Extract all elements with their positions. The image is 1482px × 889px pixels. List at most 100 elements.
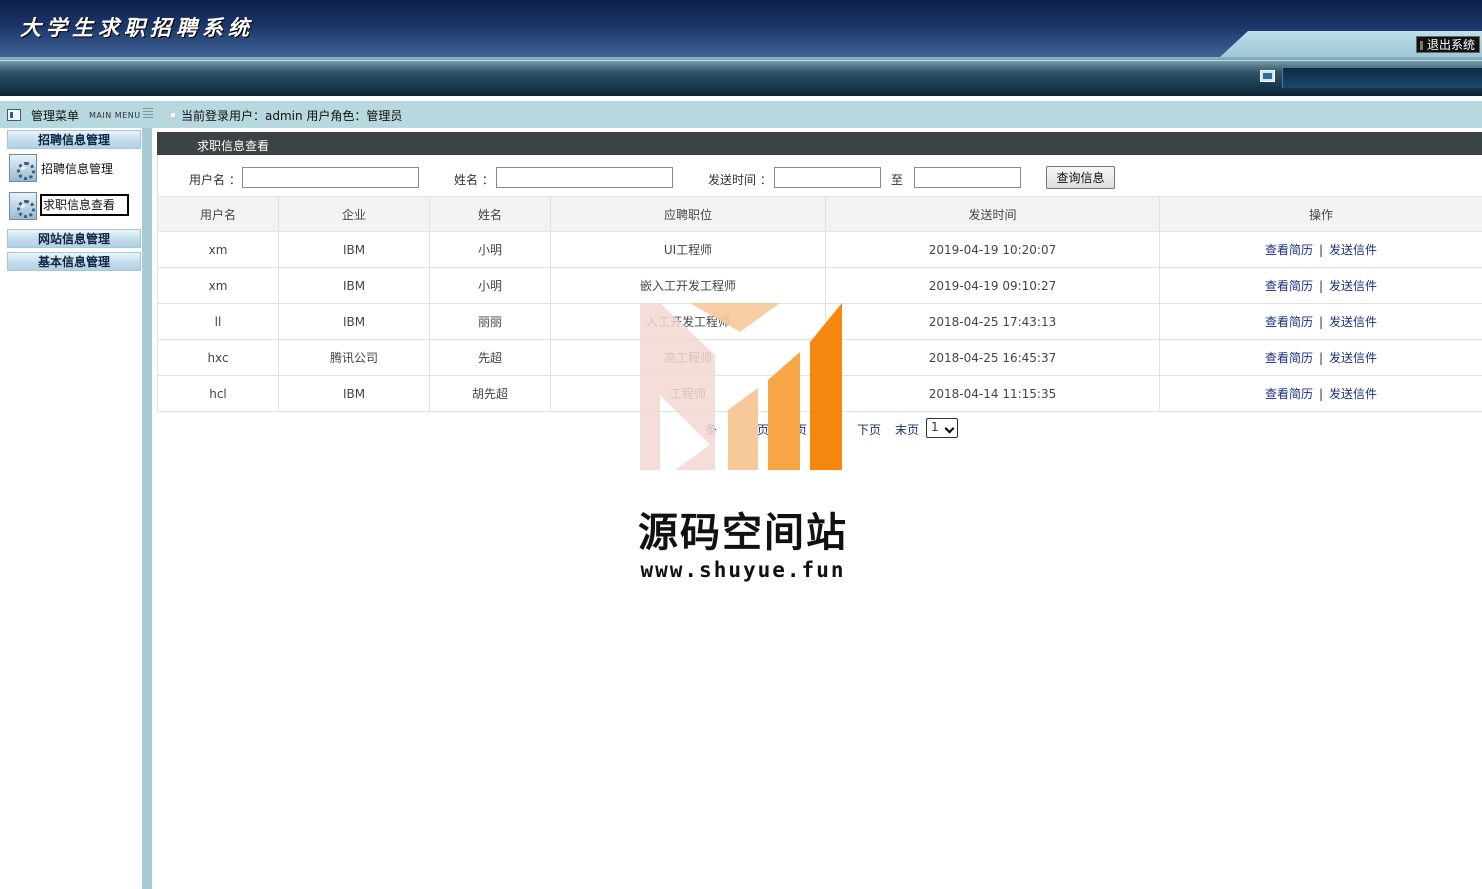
query-button[interactable]: 查询信息 [1046, 166, 1115, 189]
column-header: 应聘职位 [550, 196, 826, 232]
action-separator: | [1318, 315, 1324, 329]
sidebar-group-basic[interactable]: 基本信息管理 [7, 252, 141, 271]
cell-username: xm [157, 267, 279, 304]
nav-band [0, 57, 1482, 96]
cell-position: 工程师 [550, 375, 826, 412]
cell-name: 小明 [429, 231, 551, 268]
results-table: 用户名 企业 姓名 应聘职位 发送时间 操作 xm IBM 小明 UI工程师 2… [157, 196, 1482, 412]
cell-username: ll [157, 303, 279, 340]
gear-icon [9, 192, 37, 220]
menu-icon [7, 109, 21, 121]
menu-subtitle: MAIN MENU [89, 111, 141, 120]
cell-name: 丽丽 [429, 303, 551, 340]
gear-icon [9, 154, 37, 182]
pager-page-info: 页 [757, 423, 770, 437]
column-header: 操作 [1159, 196, 1482, 232]
page-title: 求职信息查看 [197, 139, 270, 153]
menu-title: 管理菜单 [31, 109, 80, 123]
table-row: ll IBM 丽丽 入工开发工程师 2018-04-25 17:43:13 查看… [157, 303, 1482, 340]
pagination: 条 页 页 下页 末页 1 [157, 418, 1157, 440]
sidebar: 招聘信息管理 招聘信息管理 求职信息查看 网站信息管理 基本信息管理 [0, 128, 142, 889]
username-input[interactable] [242, 167, 419, 188]
cell-username: hxc [157, 339, 279, 376]
main-content: 求职信息查看 用户名 ： 姓名 ： 发送时间 ： 至 查询信息 用户名 企业 姓… [157, 128, 1482, 889]
send-letter-link[interactable]: 发送信件 [1329, 243, 1377, 257]
sidebar-item-label: 招聘信息管理 [41, 162, 114, 176]
action-separator: | [1318, 279, 1324, 293]
cell-username: hcl [157, 375, 279, 412]
name-input[interactable] [496, 167, 673, 188]
username-label: 用户名 ： [189, 173, 241, 187]
action-separator: | [1318, 387, 1324, 401]
cell-name: 小明 [429, 267, 551, 304]
search-bar: 用户名 ： 姓名 ： 发送时间 ： 至 查询信息 [157, 155, 1482, 197]
send-letter-link[interactable]: 发送信件 [1329, 351, 1377, 365]
cell-send-time: 2018-04-25 16:45:37 [825, 339, 1160, 376]
send-letter-link[interactable]: 发送信件 [1329, 279, 1377, 293]
collapse-menu-icon[interactable] [143, 108, 153, 120]
cell-company: IBM [278, 267, 430, 304]
sidebar-divider[interactable] [142, 128, 152, 889]
cell-actions: 查看简历 | 发送信件 [1159, 339, 1482, 376]
cell-company: 腾讯公司 [278, 339, 430, 376]
cell-send-time: 2018-04-14 11:15:35 [825, 375, 1160, 412]
action-separator: | [1318, 351, 1324, 365]
table-row: hcl IBM 胡先超 工程师 2018-04-14 11:15:35 查看简历… [157, 375, 1482, 412]
page-select[interactable]: 1 [926, 418, 958, 438]
current-user-info: 当前登录用户：admin 用户角色：管理员 [181, 109, 403, 123]
column-header: 用户名 [157, 196, 279, 232]
pager-total: 条 [705, 423, 718, 437]
send-letter-link[interactable]: 发送信件 [1329, 315, 1377, 329]
table-row: xm IBM 小明 嵌入工开发工程师 2019-04-19 09:10:27 查… [157, 267, 1482, 304]
cell-actions: 查看简历 | 发送信件 [1159, 267, 1482, 304]
logout-button[interactable]: 退出系统 [1415, 36, 1480, 53]
panel-header: 求职信息查看 [157, 132, 1482, 155]
to-label: 至 [891, 173, 904, 187]
cell-company: IBM [278, 231, 430, 268]
cell-company: IBM [278, 375, 430, 412]
view-resume-link[interactable]: 查看简历 [1265, 243, 1313, 257]
view-resume-link[interactable]: 查看简历 [1265, 351, 1313, 365]
cell-position: 嵌入工开发工程师 [550, 267, 826, 304]
app-title: 大学生求职招聘系统 [20, 15, 254, 40]
time-from-input[interactable] [774, 167, 881, 188]
cell-send-time: 2019-04-19 10:20:07 [825, 231, 1160, 268]
time-to-input[interactable] [914, 167, 1021, 188]
cell-actions: 查看简历 | 发送信件 [1159, 231, 1482, 268]
send-letter-link[interactable]: 发送信件 [1329, 387, 1377, 401]
cell-name: 胡先超 [429, 375, 551, 412]
view-resume-link[interactable]: 查看简历 [1265, 387, 1313, 401]
column-header: 发送时间 [825, 196, 1160, 232]
cell-position: 高工程师 [550, 339, 826, 376]
view-resume-link[interactable]: 查看简历 [1265, 315, 1313, 329]
column-header: 企业 [278, 196, 430, 232]
sidebar-item-label: 求职信息查看 [40, 194, 129, 216]
cell-actions: 查看简历 | 发送信件 [1159, 303, 1482, 340]
next-page-link[interactable]: 下页 [857, 421, 881, 438]
cell-position: UI工程师 [550, 231, 826, 268]
cell-company: IBM [278, 303, 430, 340]
sidebar-group-recruit[interactable]: 招聘信息管理 [7, 130, 141, 149]
bullet-icon [171, 113, 175, 117]
column-header: 姓名 [429, 196, 551, 232]
app-header: 大学生求职招聘系统 退出系统 [0, 0, 1482, 57]
cell-send-time: 2018-04-25 17:43:13 [825, 303, 1160, 340]
monitor-icon [1260, 70, 1275, 82]
cell-username: xm [157, 231, 279, 268]
cell-position: 入工开发工程师 [550, 303, 826, 340]
view-resume-link[interactable]: 查看简历 [1265, 279, 1313, 293]
prev-page-link[interactable]: 页 [795, 421, 807, 438]
cell-name: 先超 [429, 339, 551, 376]
name-label: 姓名 ： [454, 173, 494, 187]
action-separator: | [1318, 243, 1324, 257]
info-bar: 管理菜单 MAIN MENU 当前登录用户：admin 用户角色：管理员 [0, 101, 1482, 128]
table-row: xm IBM 小明 UI工程师 2019-04-19 10:20:07 查看简历… [157, 231, 1482, 268]
sidebar-group-website[interactable]: 网站信息管理 [7, 229, 141, 248]
cell-send-time: 2019-04-19 09:10:27 [825, 267, 1160, 304]
last-page-link[interactable]: 末页 [895, 421, 919, 438]
cell-actions: 查看简历 | 发送信件 [1159, 375, 1482, 412]
send-time-label: 发送时间 ： [708, 173, 772, 187]
table-row: hxc 腾讯公司 先超 高工程师 2018-04-25 16:45:37 查看简… [157, 339, 1482, 376]
status-area [1282, 67, 1482, 88]
table-header-row: 用户名 企业 姓名 应聘职位 发送时间 操作 [157, 196, 1482, 232]
